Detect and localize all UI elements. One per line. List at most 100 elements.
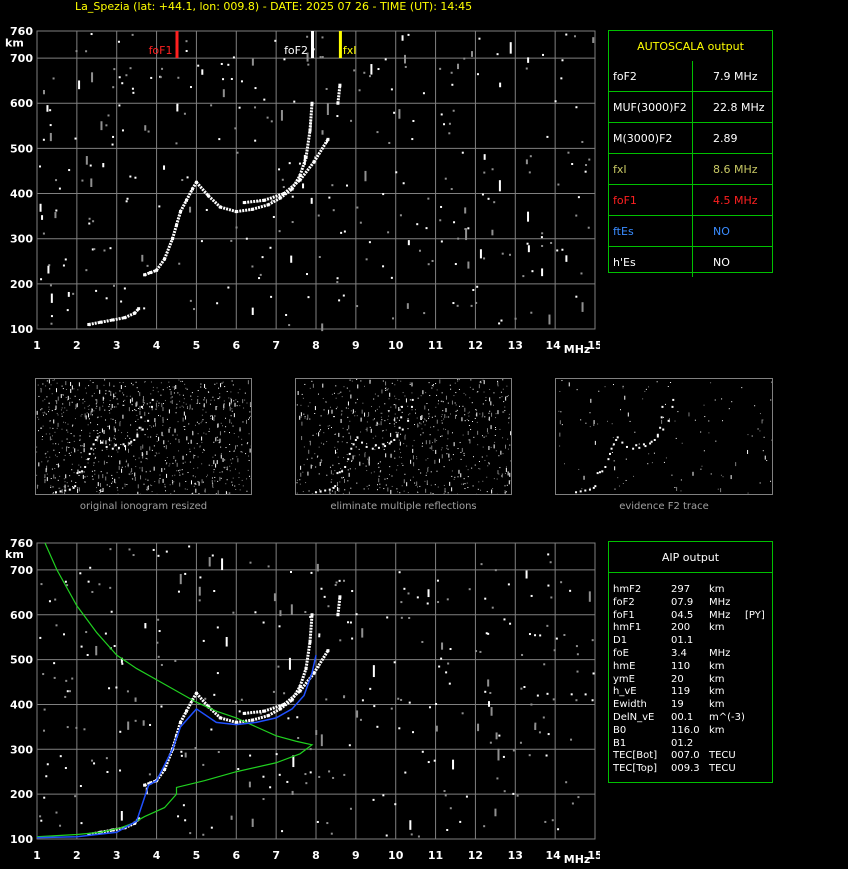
thumb-noise: [708, 432, 710, 434]
thumb-noise: [304, 416, 306, 418]
thumb-noise: [159, 474, 161, 476]
thumb-noise: [211, 477, 213, 479]
thumb-noise: [612, 384, 614, 386]
thumb-noise: [88, 413, 90, 418]
thumb-noise: [108, 390, 110, 392]
thumb-trace-point: [96, 436, 99, 439]
thumb-noise: [384, 403, 386, 405]
thumb-noise: [221, 471, 223, 473]
thumb-noise: [346, 442, 348, 444]
thumb-noise: [50, 485, 52, 487]
thumb-noise: [105, 419, 107, 421]
thumb-noise: [460, 458, 462, 460]
thumb-noise: [483, 436, 485, 438]
thumb-noise: [61, 407, 63, 409]
thumb-noise: [54, 431, 56, 433]
aip-cell: [745, 661, 769, 674]
thumb-noise: [167, 440, 169, 442]
thumb-noise: [308, 490, 310, 492]
thumb-noise: [488, 462, 490, 464]
thumb-noise: [411, 409, 413, 411]
thumb-noise: [246, 490, 248, 492]
y-tick-label: 300: [10, 743, 33, 756]
thumb-noise: [235, 445, 237, 450]
thumb-noise: [119, 382, 121, 384]
thumb-noise: [464, 420, 466, 422]
thumb-noise: [195, 488, 197, 493]
thumb-trace-point: [588, 488, 591, 491]
thumb-noise: [722, 476, 724, 478]
thumb-trace-point: [114, 444, 117, 447]
y-axis-unit: km: [5, 548, 24, 561]
thumb-noise: [82, 402, 84, 404]
echo-point: [298, 173, 302, 177]
thumb-noise: [192, 475, 194, 477]
thumb-noise: [146, 428, 148, 430]
thumb-noise: [198, 493, 200, 495]
thumb-noise: [348, 491, 350, 496]
thumb-noise: [246, 478, 248, 480]
thumb-noise: [181, 405, 183, 407]
thumb-noise: [423, 421, 425, 423]
thumb-noise: [754, 405, 756, 407]
thumb-noise: [449, 481, 451, 486]
thumb-noise: [235, 399, 237, 401]
thumb-noise: [55, 454, 57, 456]
thumb-noise: [166, 418, 168, 420]
thumb-noise: [389, 474, 391, 476]
thumb-noise: [497, 410, 499, 415]
aip-cell: [745, 686, 769, 699]
thumb-noise: [102, 405, 104, 407]
thumb-noise: [169, 463, 171, 465]
thumb-noise: [221, 382, 223, 384]
thumb-noise: [94, 447, 96, 449]
thumb-noise: [720, 474, 722, 476]
thumb-noise: [414, 424, 416, 426]
thumb-noise: [497, 380, 499, 382]
thumb-noise: [46, 477, 48, 482]
x-tick-label: 1: [33, 339, 41, 352]
thumb-noise: [100, 439, 102, 444]
thumb-noise: [74, 418, 76, 420]
thumb-noise: [614, 488, 616, 490]
thumb-trace-point: [347, 458, 350, 461]
thumb-noise: [205, 422, 207, 424]
thumb-noise: [66, 429, 68, 431]
thumb-noise: [101, 449, 103, 451]
echo-point: [178, 720, 182, 724]
thumb-trace-point: [407, 419, 410, 422]
thumb-noise: [65, 474, 67, 479]
thumb-noise: [317, 455, 319, 457]
thumb-noise: [177, 470, 179, 472]
thumb-noise: [410, 479, 412, 481]
aip-cell: 3.4: [671, 647, 687, 659]
thumb-trace-point: [656, 435, 659, 438]
thumb-noise: [349, 379, 351, 381]
thumb-noise: [122, 487, 124, 489]
thumb-noise: [114, 420, 116, 422]
thumb-noise: [487, 432, 489, 434]
thumb-noise: [139, 467, 141, 469]
thumb-noise: [204, 383, 206, 388]
thumb-noise: [83, 446, 85, 448]
x-tick-label: 3: [113, 339, 121, 352]
thumb-noise: [311, 380, 313, 382]
thumb-noise: [319, 424, 321, 426]
thumb-noise: [154, 455, 156, 457]
marker-label: foF2: [284, 44, 308, 57]
thumb-noise: [499, 397, 501, 399]
thumb-trace-point: [667, 419, 670, 422]
thumb-noise: [404, 473, 406, 475]
thumb-noise: [338, 463, 340, 465]
aip-cell: TECU: [709, 750, 736, 762]
thumb-noise: [46, 473, 48, 475]
thumb-noise: [243, 407, 245, 409]
thumb-noise: [482, 446, 484, 448]
thumb-noise: [109, 400, 111, 402]
thumb-trace-point: [660, 416, 663, 419]
thumb-noise: [94, 470, 96, 472]
thumb-noise: [90, 422, 92, 424]
thumb-noise: [215, 463, 217, 468]
thumb-noise: [84, 407, 86, 409]
thumb-noise: [82, 474, 84, 479]
